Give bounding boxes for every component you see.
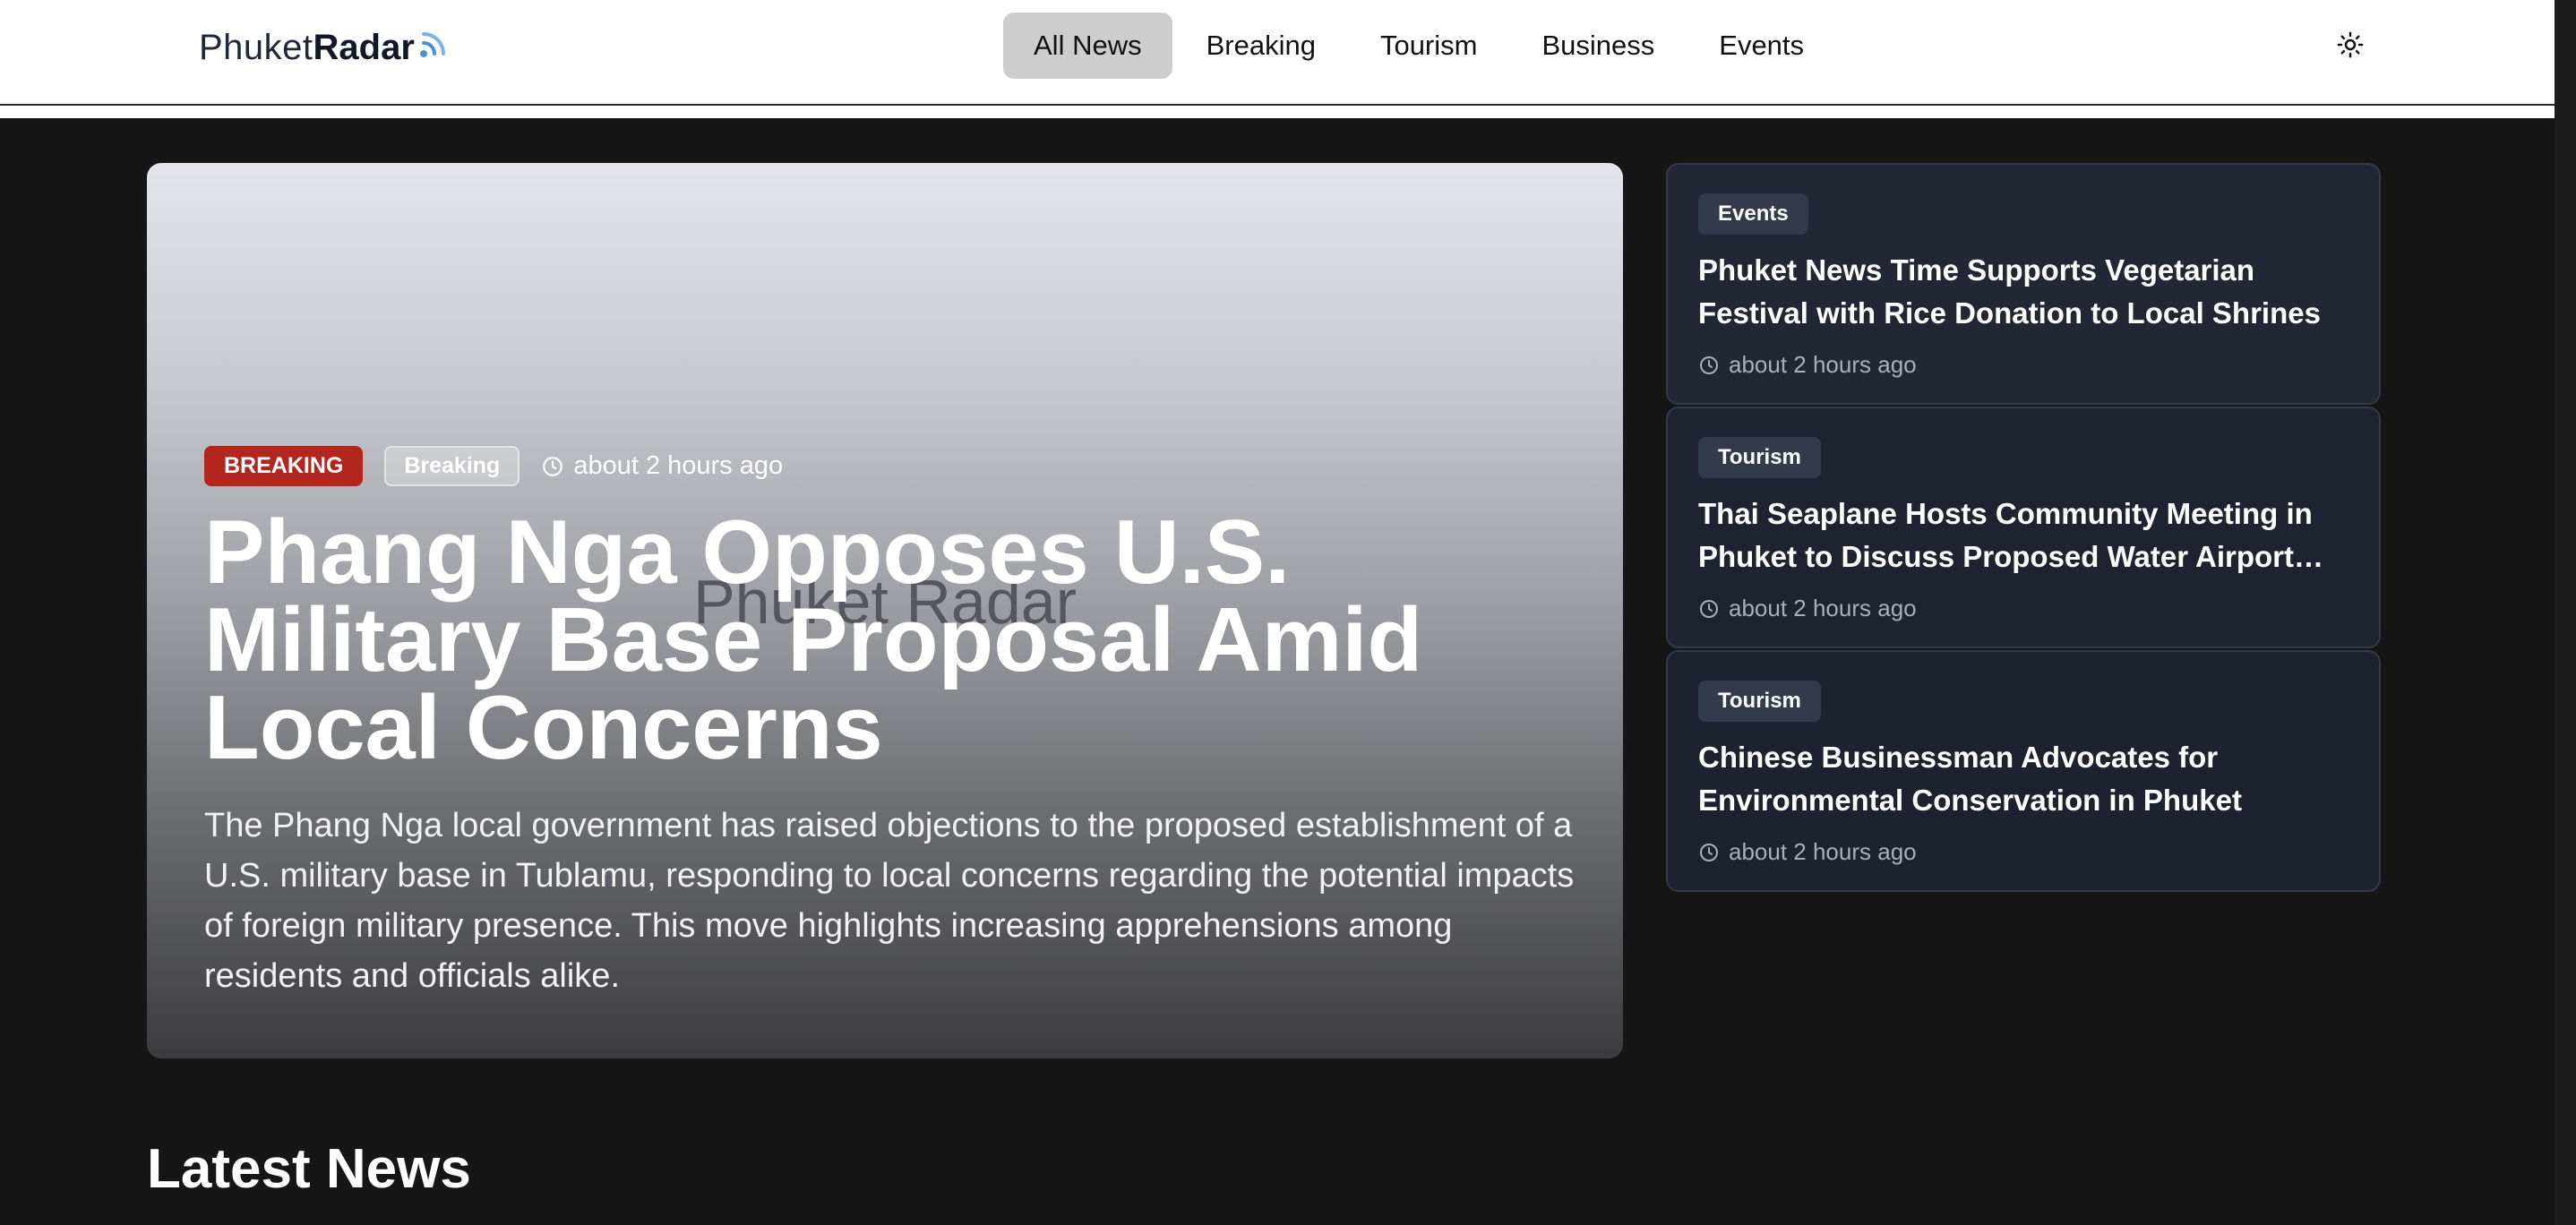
clock-icon: [1700, 356, 1718, 374]
logo-text-light: Phuket: [199, 27, 313, 67]
featured-article-time-text: about 2 hours ago: [573, 451, 784, 480]
side-article-category[interactable]: Tourism: [1698, 681, 1821, 722]
side-article-time-text: about 2 hours ago: [1729, 838, 1917, 865]
site-header: Phuket Radar All News Breaking Tourism Bu…: [0, 0, 2555, 106]
side-article-card[interactable]: Tourism Thai Seaplane Hosts Community Me…: [1666, 407, 2381, 648]
clock-icon: [543, 456, 563, 476]
side-article-time: about 2 hours ago: [1698, 351, 2348, 379]
side-article-time-text: about 2 hours ago: [1729, 351, 1917, 378]
nav-tourism[interactable]: Tourism: [1350, 13, 1508, 79]
nav-business[interactable]: Business: [1511, 13, 1685, 79]
side-article-category[interactable]: Tourism: [1698, 437, 1821, 478]
side-article-time-text: about 2 hours ago: [1729, 595, 1917, 621]
side-article-category[interactable]: Events: [1698, 193, 1808, 235]
theme-toggle-button[interactable]: [2332, 27, 2368, 63]
side-article-card[interactable]: Events Phuket News Time Supports Vegetar…: [1666, 163, 2381, 405]
site-logo[interactable]: Phuket Radar: [199, 25, 449, 70]
radar-wave-icon: [419, 32, 445, 57]
featured-article-card[interactable]: Phuket Radar BREAKING Breaking about 2 h…: [147, 163, 1623, 1058]
header-divider: [0, 106, 2555, 118]
breaking-badge: BREAKING: [204, 446, 364, 486]
featured-article-summary: The Phang Nga local government has raise…: [204, 807, 1575, 995]
featured-article-meta: BREAKING Breaking about 2 hours ago: [204, 446, 783, 486]
clock-icon: [1700, 843, 1718, 861]
side-article-time: about 2 hours ago: [1698, 595, 2348, 622]
featured-article-time: about 2 hours ago: [541, 451, 783, 481]
featured-article-title[interactable]: Phang Nga Opposes U.S. Military Base Pro…: [204, 508, 1548, 774]
nav-breaking[interactable]: Breaking: [1176, 13, 1346, 79]
side-article-title[interactable]: Chinese Businessman Advocates for Enviro…: [1698, 736, 2348, 822]
nav-events[interactable]: Events: [1688, 13, 1834, 79]
main-nav: All News Breaking Tourism Business Event…: [1003, 13, 1834, 79]
side-article-title[interactable]: Thai Seaplane Hosts Community Meeting in…: [1698, 493, 2348, 578]
category-badge[interactable]: Breaking: [384, 446, 520, 486]
sun-icon: [2337, 31, 2364, 58]
latest-news-heading: Latest News: [147, 1138, 471, 1200]
logo-text-bold: Radar: [313, 27, 415, 67]
scrollbar-track[interactable]: [2555, 0, 2576, 1225]
side-article-time: about 2 hours ago: [1698, 838, 2348, 866]
side-article-title[interactable]: Phuket News Time Supports Vegetarian Fes…: [1698, 249, 2348, 335]
clock-icon: [1700, 599, 1718, 618]
nav-all-news[interactable]: All News: [1003, 13, 1172, 79]
side-article-card[interactable]: Tourism Chinese Businessman Advocates fo…: [1666, 650, 2381, 892]
